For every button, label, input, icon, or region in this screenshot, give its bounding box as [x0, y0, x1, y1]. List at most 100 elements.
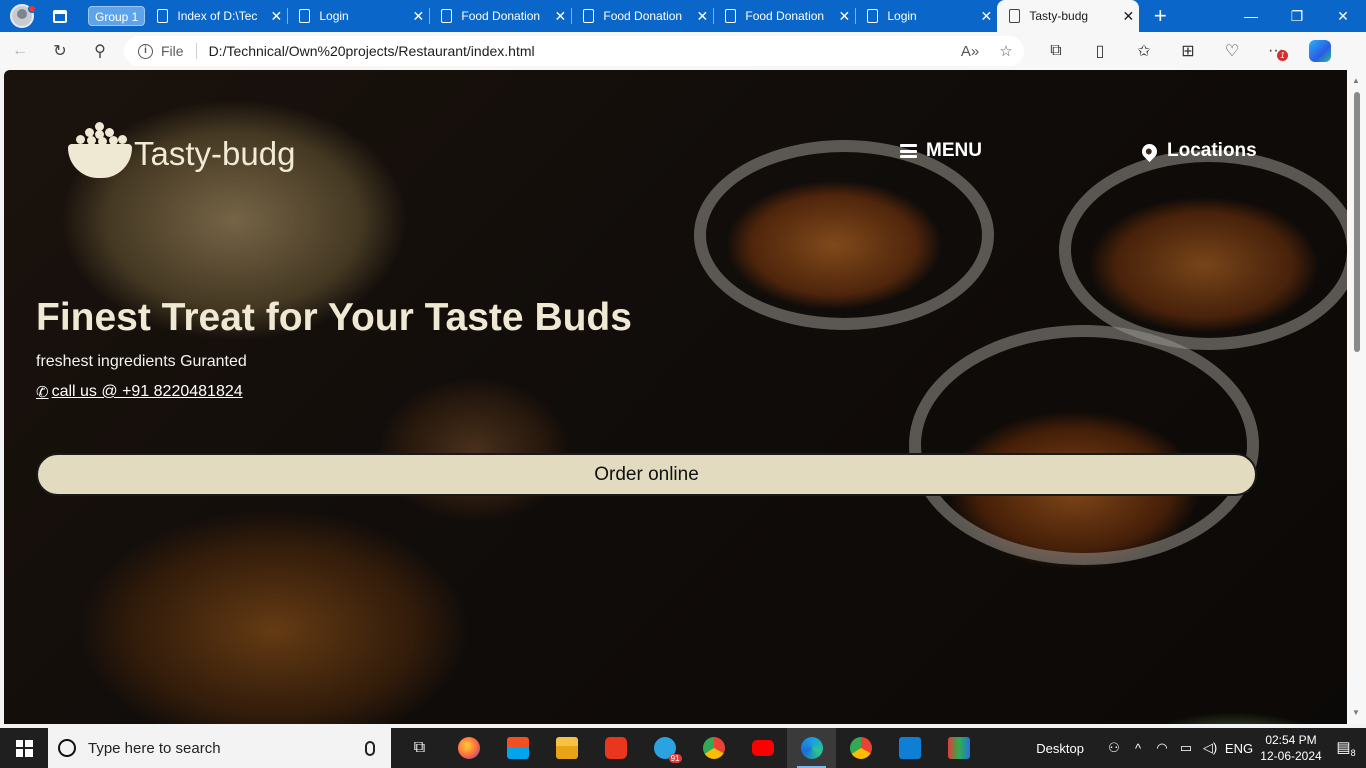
page-icon	[157, 9, 169, 23]
info-icon[interactable]: i	[138, 43, 153, 59]
food-bowl-icon	[68, 122, 132, 180]
browser-toolbar: ← ↻ ⚲ i File D:/Technical/Own%20projects…	[0, 32, 1366, 70]
locations-link[interactable]: Locations	[1138, 140, 1257, 162]
paint-app[interactable]	[934, 728, 983, 768]
tab-index[interactable]: Index of D:\Tec ✕	[145, 0, 287, 32]
file-explorer-app[interactable]	[542, 728, 591, 768]
read-aloud-icon[interactable]: A»	[952, 43, 988, 60]
tab-label: Food Donation	[603, 9, 683, 23]
more-menu-icon[interactable]: ··· 1	[1254, 36, 1298, 66]
page-icon	[867, 9, 879, 23]
call-link[interactable]: ✆ call us @ +91 8220481824	[36, 383, 243, 401]
clock-date: 12-06-2024	[1260, 749, 1322, 763]
scroll-up-icon[interactable]: ▲	[1352, 76, 1360, 85]
close-window-button[interactable]: ✕	[1320, 0, 1366, 32]
tab-food-donation-1[interactable]: Food Donation ✕	[429, 0, 571, 32]
favorites-icon[interactable]: ✩	[1122, 36, 1166, 66]
tab-tasty-budg[interactable]: Tasty-budg ✕	[997, 0, 1140, 32]
favorite-star-icon[interactable]: ☆	[988, 42, 1024, 60]
tab-actions-button[interactable]	[44, 0, 76, 32]
microphone-icon[interactable]	[365, 740, 375, 756]
scroll-down-icon[interactable]: ▼	[1352, 708, 1360, 717]
firefox-app[interactable]	[444, 728, 493, 768]
scheme-label: File	[161, 43, 184, 59]
tab-login-2[interactable]: Login ✕	[855, 0, 997, 32]
copilot-icon	[1309, 40, 1331, 62]
windows-taskbar: Type here to search ⧉ 91 Desktop ⚇ ^ ◠ ▭…	[0, 728, 1366, 768]
battery-icon[interactable]: ▭	[1174, 740, 1198, 756]
new-tab-button[interactable]: +	[1139, 3, 1181, 29]
page-icon	[583, 9, 595, 23]
refresh-button[interactable]: ↻	[40, 36, 80, 66]
tab-food-donation-2[interactable]: Food Donation ✕	[571, 0, 713, 32]
page-viewport: Tasty-budg MENU Locations Finest Treat f…	[4, 70, 1347, 724]
tab-login[interactable]: Login ✕	[287, 0, 429, 32]
edge-app[interactable]	[787, 728, 836, 768]
notification-count: 8	[1350, 748, 1356, 758]
wps-office-app[interactable]	[591, 728, 640, 768]
tab-divider	[855, 8, 857, 24]
tab-label: Tasty-budg	[1029, 9, 1089, 23]
language-indicator[interactable]: ENG	[1222, 741, 1256, 756]
wifi-icon[interactable]: ◠	[1150, 740, 1174, 756]
close-icon[interactable]: ✕	[691, 8, 713, 25]
copilot-button[interactable]	[1298, 36, 1342, 66]
close-icon[interactable]: ✕	[975, 8, 997, 25]
hamburger-icon	[900, 144, 917, 158]
chevron-up-icon[interactable]: ^	[1126, 741, 1150, 756]
close-icon[interactable]: ✕	[1117, 8, 1139, 25]
url-text[interactable]: D:/Technical/Own%20projects/Restaurant/i…	[209, 43, 952, 59]
close-icon[interactable]: ✕	[265, 8, 287, 25]
youtube-app[interactable]	[738, 728, 787, 768]
firefox-icon	[457, 737, 480, 759]
browser-tab-strip: Group 1 Index of D:\Tec ✕ Login ✕ Food D…	[0, 0, 1366, 32]
menu-link[interactable]: MENU	[900, 140, 982, 162]
people-icon[interactable]: ⚇	[1102, 740, 1126, 756]
brand-name: Tasty-budg	[134, 135, 296, 172]
address-bar[interactable]: i File D:/Technical/Own%20projects/Resta…	[124, 36, 1024, 66]
back-button[interactable]: ←	[0, 36, 40, 66]
search-icon[interactable]: ⚲	[80, 36, 120, 66]
start-button[interactable]	[0, 728, 48, 768]
store-icon	[506, 737, 529, 759]
close-icon[interactable]: ✕	[549, 8, 571, 25]
chrome-app[interactable]	[689, 728, 738, 768]
collections-icon[interactable]: ⊞	[1166, 36, 1210, 66]
tab-group-chip[interactable]: Group 1	[88, 6, 146, 26]
tab-food-donation-3[interactable]: Food Donation ✕	[713, 0, 855, 32]
system-tray: Desktop ⚇ ^ ◠ ▭ ◁) ENG 02:54 PM 12-06-20…	[1036, 728, 1366, 768]
browser-essentials-icon[interactable]: ♡	[1210, 36, 1254, 66]
vscode-app[interactable]	[885, 728, 934, 768]
phone-icon: ✆	[36, 384, 49, 401]
edge-icon	[800, 737, 823, 759]
paint-icon	[947, 737, 970, 759]
taskbar-search[interactable]: Type here to search	[48, 728, 391, 768]
page-icon	[1009, 9, 1021, 23]
tab-label: Login	[887, 9, 917, 23]
extensions-icon[interactable]: ⧉	[1034, 36, 1078, 66]
task-view-icon: ⧉	[413, 739, 426, 756]
tab-divider	[287, 8, 289, 24]
scrollbar-thumb[interactable]	[1354, 92, 1360, 352]
minimize-button[interactable]: —	[1228, 0, 1274, 32]
page-scrollbar[interactable]: ▲ ▼	[1347, 70, 1366, 724]
notification-center-icon[interactable]: ▤8	[1326, 738, 1366, 758]
split-screen-icon[interactable]: ▯	[1078, 36, 1122, 66]
telegram-app[interactable]: 91	[640, 728, 689, 768]
clock[interactable]: 02:54 PM 12-06-2024	[1256, 732, 1326, 764]
order-online-button[interactable]: Order online	[36, 453, 1257, 496]
chrome-profile-app[interactable]	[836, 728, 885, 768]
store-app[interactable]	[493, 728, 542, 768]
restore-button[interactable]: ❐	[1274, 0, 1320, 32]
page-icon	[441, 9, 453, 23]
close-icon[interactable]: ✕	[833, 8, 855, 25]
telegram-badge: 91	[668, 754, 682, 763]
folder-icon	[555, 737, 578, 759]
close-icon[interactable]: ✕	[407, 8, 429, 25]
brand-logo[interactable]: Tasty-budg	[68, 122, 295, 180]
volume-icon[interactable]: ◁)	[1198, 740, 1222, 756]
notification-badge: 1	[1277, 50, 1288, 61]
profile-button[interactable]	[0, 0, 44, 32]
desktop-toolbar-label[interactable]: Desktop	[1036, 741, 1084, 756]
task-view-button[interactable]: ⧉	[395, 728, 444, 768]
